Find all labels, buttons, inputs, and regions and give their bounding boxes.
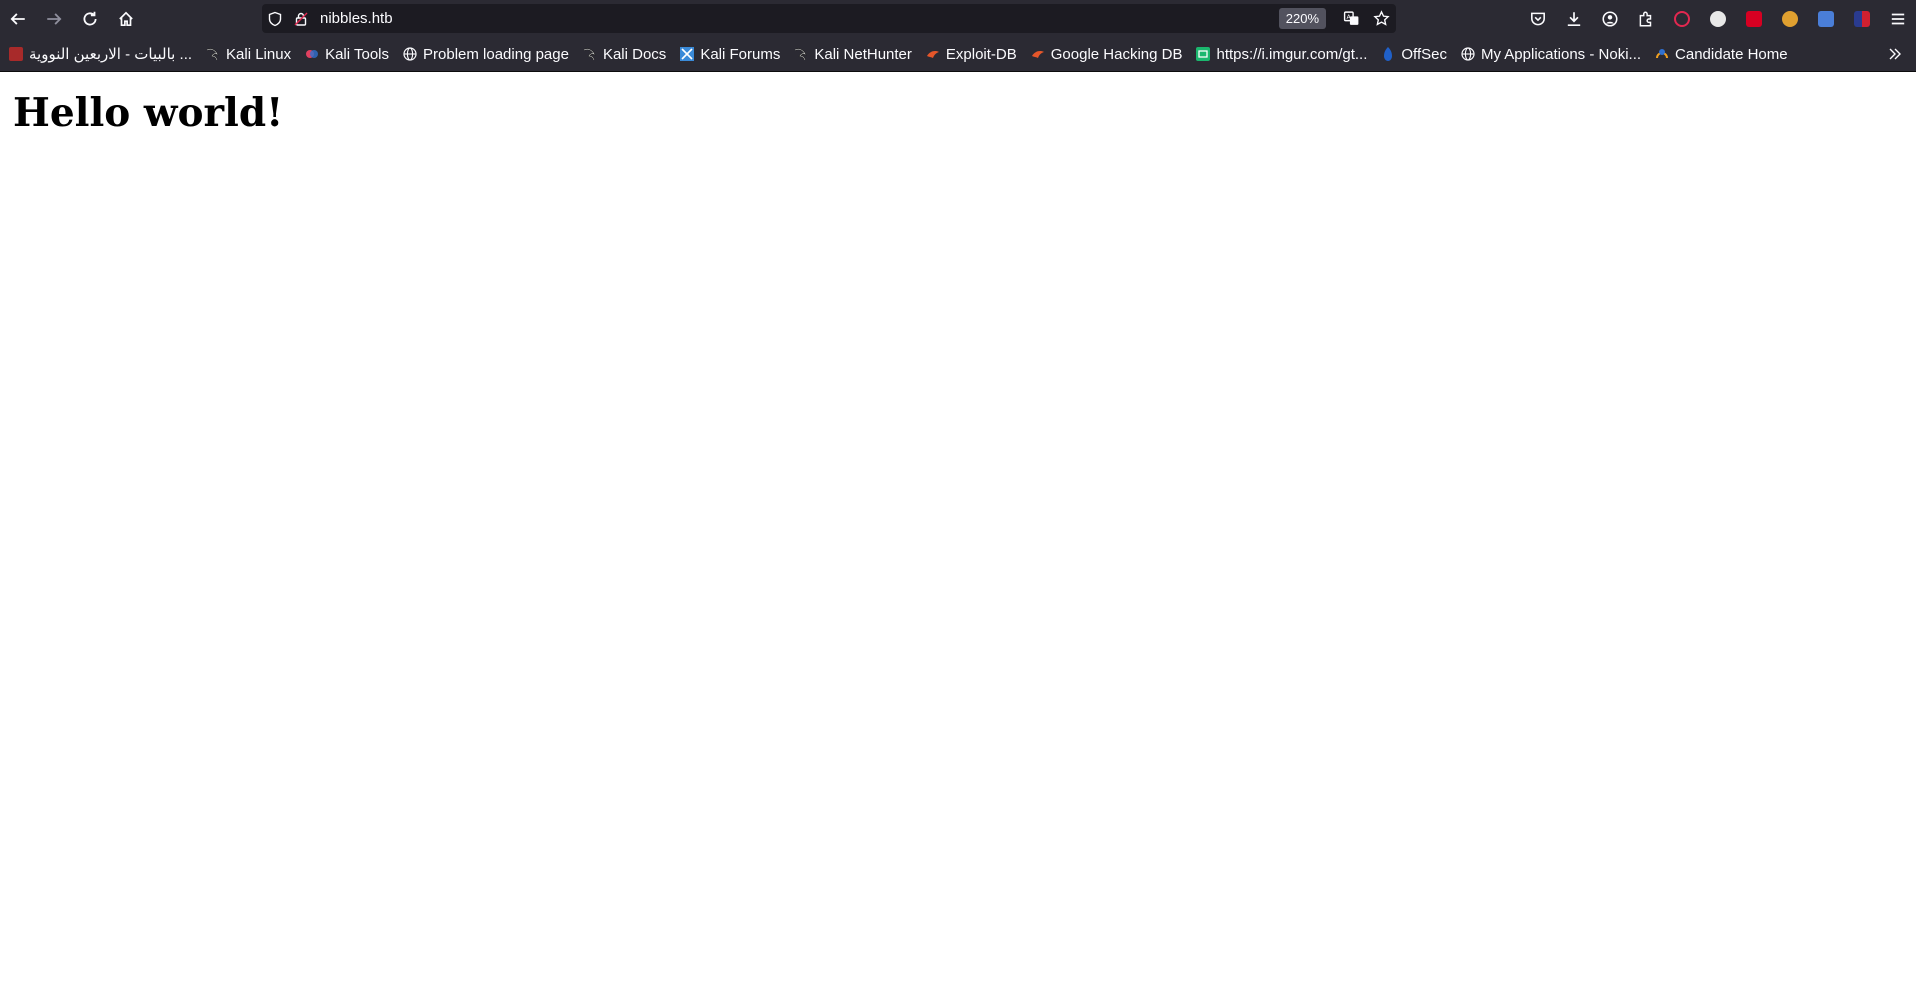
bookmark-label: Kali Tools xyxy=(325,45,390,63)
reload-button[interactable] xyxy=(72,0,108,37)
address-bar[interactable]: nibbles.htb 220% A xyxy=(262,4,1396,33)
arrow-right-icon xyxy=(47,12,62,25)
url-text[interactable]: nibbles.htb xyxy=(320,10,1279,27)
reload-icon xyxy=(83,11,97,25)
chevron-double-right-icon[interactable] xyxy=(1880,37,1910,71)
toolbar-right-icons xyxy=(1520,0,1916,37)
bookmark-item[interactable]: ... بالبيات - الاربعين النووية xyxy=(3,41,197,67)
extension-flag-icon[interactable] xyxy=(1844,0,1880,37)
globe-icon xyxy=(1460,46,1476,62)
kali-dragon-icon xyxy=(793,46,809,62)
bookmark-label: Kali NetHunter xyxy=(814,45,912,63)
translate-icon[interactable]: A xyxy=(1336,4,1366,33)
home-icon xyxy=(119,11,133,26)
bookmark-label: https://i.imgur.com/gt... xyxy=(1216,45,1368,63)
bookmark-label: Google Hacking DB xyxy=(1050,45,1183,63)
bookmark-item[interactable]: OffSec xyxy=(1375,41,1452,67)
bookmark-item[interactable]: Candidate Home xyxy=(1649,41,1793,67)
exploit-db-icon xyxy=(925,46,941,62)
extension-red-lock-icon[interactable] xyxy=(1736,0,1772,37)
pocket-icon[interactable] xyxy=(1520,0,1556,37)
bookmark-item[interactable]: Kali Forums xyxy=(674,41,785,67)
bookmark-item[interactable]: My Applications - Noki... xyxy=(1455,41,1646,67)
bookmark-label: Kali Docs xyxy=(602,45,667,63)
kali-dragon-icon xyxy=(205,46,221,62)
home-button[interactable] xyxy=(108,0,144,37)
extension-clock-icon[interactable] xyxy=(1700,0,1736,37)
account-icon[interactable] xyxy=(1592,0,1628,37)
browser-toolbar: nibbles.htb 220% A xyxy=(0,0,1916,37)
bookmark-label: Kali Linux xyxy=(226,45,292,63)
imgur-icon xyxy=(1195,46,1211,62)
forward-button[interactable] xyxy=(36,0,72,37)
bookmark-label: Candidate Home xyxy=(1675,45,1788,63)
bookmark-star-icon[interactable] xyxy=(1366,4,1396,33)
tracking-protection-shield-icon[interactable] xyxy=(262,4,288,33)
offsec-icon xyxy=(1380,46,1396,62)
red-square-icon xyxy=(8,46,24,62)
extension-translate-icon[interactable] xyxy=(1808,0,1844,37)
insecure-lock-icon[interactable] xyxy=(288,4,314,33)
exploit-db-icon xyxy=(1030,46,1046,62)
kali-tools-icon xyxy=(304,46,320,62)
bookmark-item[interactable]: https://i.imgur.com/gt... xyxy=(1190,41,1372,67)
kali-dragon-icon xyxy=(582,46,598,62)
downloads-icon[interactable] xyxy=(1556,0,1592,37)
bookmark-item[interactable]: Kali Docs xyxy=(577,41,671,67)
svg-text:A: A xyxy=(1346,13,1351,21)
bookmark-label: My Applications - Noki... xyxy=(1480,45,1642,63)
candidate-icon xyxy=(1654,46,1670,62)
zoom-level-badge[interactable]: 220% xyxy=(1278,8,1326,29)
bookmark-label: ... بالبيات - الاربعين النووية xyxy=(29,46,193,63)
bookmark-label: OffSec xyxy=(1401,45,1447,63)
bookmark-item[interactable]: Problem loading page xyxy=(397,41,574,67)
kali-forums-icon xyxy=(679,46,695,62)
extensions-puzzle-icon[interactable] xyxy=(1628,0,1664,37)
bookmark-label: Exploit-DB xyxy=(945,45,1017,63)
bookmarks-toolbar: ... بالبيات - الاربعين النووية Kali Linu… xyxy=(0,37,1916,72)
page-content: Hello world! xyxy=(0,72,1916,999)
bookmark-item[interactable]: Kali Linux xyxy=(200,41,296,67)
bookmark-label: Kali Forums xyxy=(700,45,781,63)
globe-icon xyxy=(402,46,418,62)
bookmark-item[interactable]: Kali NetHunter xyxy=(788,41,917,67)
hamburger-menu-icon[interactable] xyxy=(1880,0,1916,37)
extension-cookie-icon[interactable] xyxy=(1772,0,1808,37)
bookmark-label: Problem loading page xyxy=(423,45,569,63)
bookmark-item[interactable]: Google Hacking DB xyxy=(1025,41,1188,67)
bookmark-item[interactable]: Exploit-DB xyxy=(920,41,1022,67)
back-button[interactable] xyxy=(0,0,36,37)
extension-red-circle-icon[interactable] xyxy=(1664,0,1700,37)
arrow-left-icon xyxy=(10,12,25,25)
bookmark-item[interactable]: Kali Tools xyxy=(299,41,394,67)
page-heading: Hello world! xyxy=(13,90,284,136)
